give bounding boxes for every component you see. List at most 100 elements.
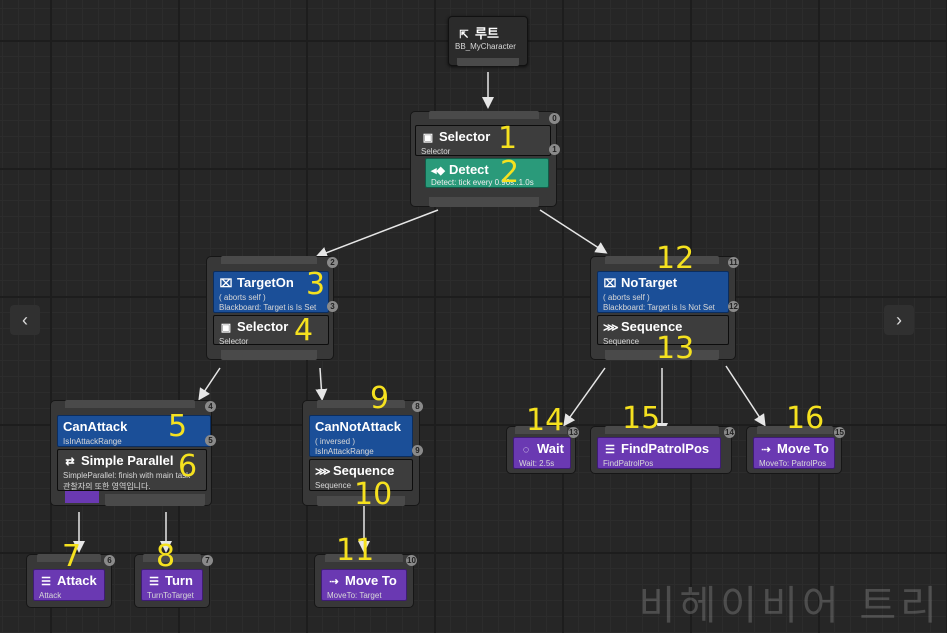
annotation-6: 6 bbox=[178, 449, 198, 484]
moveto-icon: ⇢ bbox=[761, 444, 771, 456]
output-pin[interactable] bbox=[221, 350, 317, 360]
notarget-decorator-card[interactable]: ⌧ NoTarget ( aborts self ) Blackboard: Ta… bbox=[597, 271, 729, 313]
execution-index-badge: 15 bbox=[834, 427, 845, 438]
execution-index-badge: 2 bbox=[327, 257, 338, 268]
root-node[interactable]: ⇱ 루트 BB_MyCharacter bbox=[448, 16, 528, 66]
wait-subtitle: Wait: 2.5s bbox=[519, 459, 555, 468]
annotation-1: 1 bbox=[498, 121, 518, 156]
turn-title: Turn bbox=[165, 573, 193, 588]
input-pin[interactable] bbox=[221, 256, 317, 264]
previous-button[interactable]: ‹ bbox=[10, 305, 40, 335]
findpatrolpos-task-card[interactable]: ☰ FindPatrolPos FindPatrolPos bbox=[597, 437, 721, 469]
selector-icon: ▣ bbox=[422, 132, 434, 144]
selector-root-node[interactable]: ▣ Selector Selector ◂◆ Detect Detect: tick… bbox=[410, 111, 560, 207]
service-icon: ◂◆ bbox=[431, 165, 445, 177]
execution-index-badge: 6 bbox=[104, 555, 115, 566]
notarget-line1: ( aborts self ) bbox=[603, 293, 650, 302]
execution-index-badge: 0 bbox=[549, 113, 560, 124]
next-button[interactable]: › bbox=[884, 305, 914, 335]
selector-root-subtitle: Selector bbox=[421, 147, 451, 156]
cannotattack-decorator-card[interactable]: CanNotAttack ( inversed ) IsInAttackRang… bbox=[309, 415, 413, 457]
simple-parallel-line1: SimpleParallel: finish with main task bbox=[63, 471, 191, 480]
selector-composite-card[interactable]: ▣ Selector Selector bbox=[415, 125, 551, 156]
annotation-13: 13 bbox=[656, 331, 695, 366]
cannotattack-title: CanNotAttack bbox=[315, 419, 401, 434]
execution-index-badge: 13 bbox=[568, 427, 579, 438]
findpatrolpos-subtitle: FindPatrolPos bbox=[603, 459, 654, 468]
canattack-decorator-card[interactable]: CanAttack IsInAttackRange bbox=[57, 415, 211, 447]
execution-index-badge: 8 bbox=[412, 401, 423, 412]
moveto-target-task-card[interactable]: ⇢ Move To MoveTo: Target bbox=[321, 569, 407, 601]
execution-index-badge: 4 bbox=[205, 401, 216, 412]
background-task-pin[interactable] bbox=[105, 494, 205, 506]
findpatrolpos-title: FindPatrolPos bbox=[621, 441, 710, 456]
annotation-4: 4 bbox=[294, 313, 314, 348]
main-task-pin[interactable] bbox=[65, 491, 99, 503]
execution-index-badge: 11 bbox=[728, 257, 739, 268]
annotation-11: 11 bbox=[336, 533, 375, 568]
selector-left-subtitle: Selector bbox=[219, 337, 249, 346]
annotation-14: 14 bbox=[526, 403, 565, 438]
cannotattack-line1: ( inversed ) bbox=[315, 437, 356, 446]
root-tree-icon: ⇱ bbox=[459, 29, 469, 41]
selector-root-title: Selector bbox=[439, 129, 491, 144]
root-output-pin[interactable] bbox=[457, 58, 519, 66]
wait-task-card[interactable]: ◌ Wait Wait: 2.5s bbox=[513, 437, 571, 469]
moveto-target-subtitle: MoveTo: Target bbox=[327, 591, 382, 600]
sequence-icon: ⋙ bbox=[315, 466, 331, 478]
annotation-2: 2 bbox=[500, 155, 520, 190]
execution-index-badge: 10 bbox=[406, 555, 417, 566]
selector-icon: ▣ bbox=[220, 322, 232, 334]
moveto-patrol-task-card[interactable]: ⇢ Move To MoveTo: PatrolPos bbox=[753, 437, 835, 469]
detect-title: Detect bbox=[449, 162, 489, 177]
annotation-15: 15 bbox=[622, 401, 661, 436]
output-pin[interactable] bbox=[429, 197, 539, 207]
sequence-right-subtitle: Sequence bbox=[603, 337, 640, 346]
root-title-text: 루트 bbox=[475, 26, 499, 41]
selector-left-title: Selector bbox=[237, 319, 289, 334]
decorator-icon: ⌧ bbox=[219, 278, 233, 290]
annotation-12: 12 bbox=[656, 241, 695, 276]
moveto-patrol-subtitle: MoveTo: PatrolPos bbox=[759, 459, 827, 468]
attack-title: Attack bbox=[57, 573, 97, 588]
attack-subtitle: Attack bbox=[39, 591, 62, 600]
notarget-line2: Blackboard: Target is Is Not Set bbox=[603, 303, 715, 312]
wait-icon: ◌ bbox=[522, 444, 530, 456]
targeton-line2: Blackboard: Target is Is Set bbox=[219, 303, 317, 312]
edge-layer bbox=[73, 72, 766, 553]
edge-selector-notarget bbox=[539, 209, 608, 254]
execution-index-badge: 1 bbox=[549, 144, 560, 155]
watermark: 비헤이비어 트리 bbox=[638, 583, 941, 629]
annotation-9: 9 bbox=[370, 381, 390, 416]
task-icon: ☰ bbox=[605, 444, 615, 456]
annotation-5: 5 bbox=[168, 409, 188, 444]
moveto-patrol-title: Move To bbox=[777, 441, 829, 456]
cannotattack-line2: IsInAttackRange bbox=[315, 447, 374, 456]
edge-left-cannotattack bbox=[315, 367, 328, 401]
wait-title: Wait bbox=[537, 441, 564, 456]
sequence-mid-subtitle: Sequence bbox=[315, 481, 352, 490]
annotation-10: 10 bbox=[354, 477, 393, 512]
edge-left-canattack bbox=[198, 367, 221, 401]
graph-canvas[interactable]: ⇱ 루트 BB_MyCharacter ▣ Selector Selector ◂◆… bbox=[0, 0, 947, 633]
execution-index-badge: 12 bbox=[728, 301, 739, 312]
input-pin[interactable] bbox=[317, 400, 405, 408]
input-pin[interactable] bbox=[65, 400, 195, 408]
execution-index-badge: 9 bbox=[412, 445, 423, 456]
edge-right-wait bbox=[563, 367, 606, 427]
canattack-title: CanAttack bbox=[63, 419, 128, 434]
annotation-8: 8 bbox=[156, 539, 176, 574]
findpatrolpos-task-node[interactable]: ☰ FindPatrolPos FindPatrolPos 14 bbox=[590, 426, 735, 474]
edge-selector-targeton bbox=[315, 209, 439, 259]
sequence-icon: ⋙ bbox=[603, 322, 619, 334]
detect-service-card[interactable]: ◂◆ Detect Detect: tick every 0.90s..1.0s bbox=[425, 158, 549, 188]
execution-index-badge: 7 bbox=[202, 555, 213, 566]
execution-index-badge: 3 bbox=[327, 301, 338, 312]
root-subtitle: BB_MyCharacter bbox=[455, 42, 516, 51]
root-title: ⇱ 루트 bbox=[457, 23, 499, 42]
targeton-line1: ( aborts self ) bbox=[219, 293, 266, 302]
annotation-3: 3 bbox=[306, 267, 326, 302]
input-pin[interactable] bbox=[429, 111, 539, 119]
moveto-icon: ⇢ bbox=[329, 576, 339, 588]
simple-parallel-title: Simple Parallel bbox=[81, 453, 174, 468]
